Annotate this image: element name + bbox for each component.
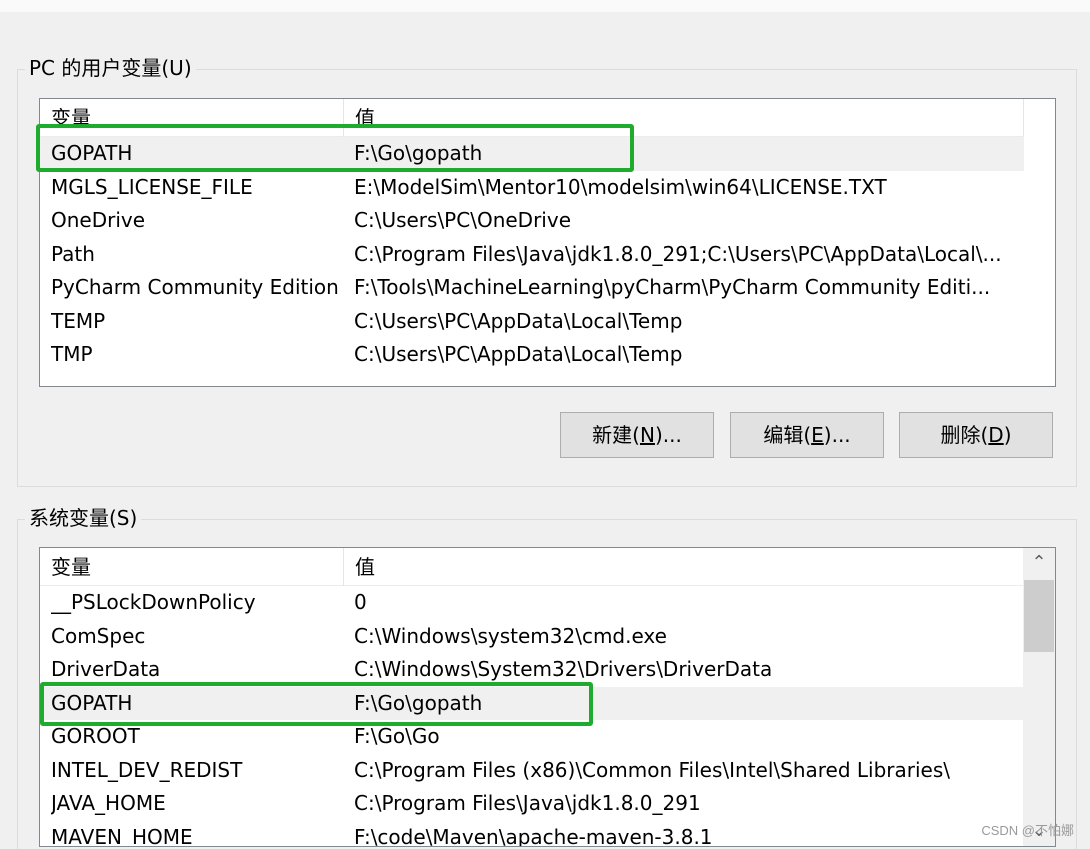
variable-value: C:\Windows\system32\cmd.exe	[354, 623, 667, 648]
variable-value: F:\code\Maven\apache-maven-3.8.1	[354, 824, 713, 847]
variable-value: C:\Program Files\Java\jdk1.8.0_291	[354, 791, 701, 815]
variable-value: 0	[354, 590, 367, 614]
column-header-value[interactable]: 值	[344, 99, 1024, 137]
table-row[interactable]: GOPATH F:\Go\gopath	[40, 137, 1024, 171]
table-row[interactable]: GOROOT F:\Go\Go	[40, 720, 1024, 754]
variable-value: C:\Users\PC\OneDrive	[354, 208, 571, 232]
user-variables-rows: GOPATH F:\Go\gopath MGLS_LICENSE_FILE E:\Mo…	[40, 137, 1024, 372]
top-strip	[0, 0, 1090, 12]
variable-value: C:\Users\PC\AppData\Local\Temp	[354, 342, 683, 366]
list-header: 变量 值	[40, 548, 1024, 586]
variable-name: MAVEN_HOME	[51, 824, 193, 847]
table-row[interactable]: INTEL_DEV_REDIST C:\Program Files (x86)\C…	[40, 754, 1024, 788]
table-row[interactable]: TEMP C:\Users\PC\AppData\Local\Temp	[40, 305, 1024, 339]
new-button-suffix: )...	[654, 423, 682, 447]
delete-button-accesskey: D	[988, 423, 1004, 447]
table-row[interactable]: Path C:\Program Files\Java\jdk1.8.0_291;C…	[40, 238, 1024, 272]
variable-name: Path	[51, 241, 95, 266]
column-header-name[interactable]: 变量	[40, 99, 344, 137]
variable-value: F:\Go\gopath	[354, 690, 483, 715]
variable-value: F:\Tools\MachineLearning\pyCharm\PyCharm…	[354, 275, 991, 299]
variable-name: TMP	[51, 342, 93, 366]
variable-name: PyCharm Community Edition	[51, 275, 339, 299]
variable-value: C:\Program Files (x86)\Common Files\Inte…	[354, 757, 951, 782]
user-variables-title: PC 的用户变量(U)	[25, 56, 196, 80]
variable-name: GOROOT	[51, 724, 140, 748]
edit-button-suffix: )...	[823, 423, 851, 447]
variable-value: C:\Windows\System32\Drivers\DriverData	[354, 657, 773, 681]
user-variables-list[interactable]: 变量 值 GOPATH F:\Go\gopath MGLS_LICENSE_FILE…	[39, 98, 1056, 387]
table-row[interactable]: JAVA_HOME C:\Program Files\Java\jdk1.8.0_…	[40, 787, 1024, 821]
column-header-name[interactable]: 变量	[40, 548, 344, 586]
variable-name: GOPATH	[51, 141, 133, 165]
variable-name: INTEL_DEV_REDIST	[51, 757, 243, 782]
new-button-label: 新建(	[592, 423, 640, 447]
variable-name: DriverData	[51, 657, 161, 681]
edit-button[interactable]: 编辑(E)...	[730, 412, 884, 458]
variable-name: ComSpec	[51, 623, 146, 648]
table-row[interactable]: ComSpec C:\Windows\system32\cmd.exe	[40, 620, 1024, 654]
vertical-scrollbar[interactable]: ⌃ ⌄	[1023, 548, 1055, 846]
variable-name: __PSLockDownPolicy	[51, 590, 256, 614]
variable-name: OneDrive	[51, 208, 146, 232]
edit-button-label: 编辑(	[763, 423, 812, 447]
table-row[interactable]: PyCharm Community Edition F:\Tools\Machin…	[40, 271, 1024, 305]
variable-name: MGLS_LICENSE_FILE	[51, 174, 253, 199]
delete-button-label: 删除(	[940, 423, 989, 447]
variable-name: TEMP	[51, 308, 106, 333]
variable-value: C:\Users\PC\AppData\Local\Temp	[354, 308, 683, 333]
system-variables-list[interactable]: 变量 值 __PSLockDownPolicy 0 ComSpec C:\Window…	[39, 547, 1056, 847]
variable-name: JAVA_HOME	[51, 791, 166, 815]
table-row[interactable]: DriverData C:\Windows\System32\Drivers\Dr…	[40, 653, 1024, 687]
scrollbar-thumb[interactable]	[1024, 580, 1054, 652]
delete-button[interactable]: 删除(D)	[899, 412, 1053, 458]
table-row[interactable]: OneDrive C:\Users\PC\OneDrive	[40, 204, 1024, 238]
delete-button-suffix: )	[1003, 423, 1012, 447]
chevron-up-icon[interactable]: ⌃	[1023, 548, 1055, 578]
edit-button-accesskey: E	[811, 423, 824, 447]
table-row[interactable]: GOPATH F:\Go\gopath	[40, 686, 1024, 720]
variable-value: E:\ModelSim\Mentor10\modelsim\win64\LICE…	[354, 174, 887, 199]
system-variables-title: 系统变量(S)	[25, 506, 142, 530]
column-header-value[interactable]: 值	[344, 548, 1024, 586]
table-row[interactable]: MAVEN_HOME F:\code\Maven\apache-maven-3.8…	[40, 821, 1024, 847]
table-row[interactable]: TMP C:\Users\PC\AppData\Local\Temp	[40, 338, 1024, 372]
table-row[interactable]: __PSLockDownPolicy 0	[40, 586, 1024, 620]
table-row[interactable]: MGLS_LICENSE_FILE E:\ModelSim\Mentor10\mo…	[40, 171, 1024, 205]
variable-value: F:\Go\gopath	[354, 141, 483, 165]
list-header: 变量 值	[40, 99, 1024, 137]
variable-value: C:\Program Files\Java\jdk1.8.0_291;C:\Us…	[354, 241, 1002, 266]
new-button-accesskey: N	[639, 423, 655, 447]
new-button[interactable]: 新建(N)...	[560, 412, 714, 458]
variable-name: GOPATH	[51, 690, 133, 715]
system-variables-rows: __PSLockDownPolicy 0 ComSpec C:\Windows\sys…	[40, 586, 1024, 847]
watermark: CSDN @不怕娜	[981, 823, 1074, 838]
variable-value: F:\Go\Go	[354, 724, 440, 748]
